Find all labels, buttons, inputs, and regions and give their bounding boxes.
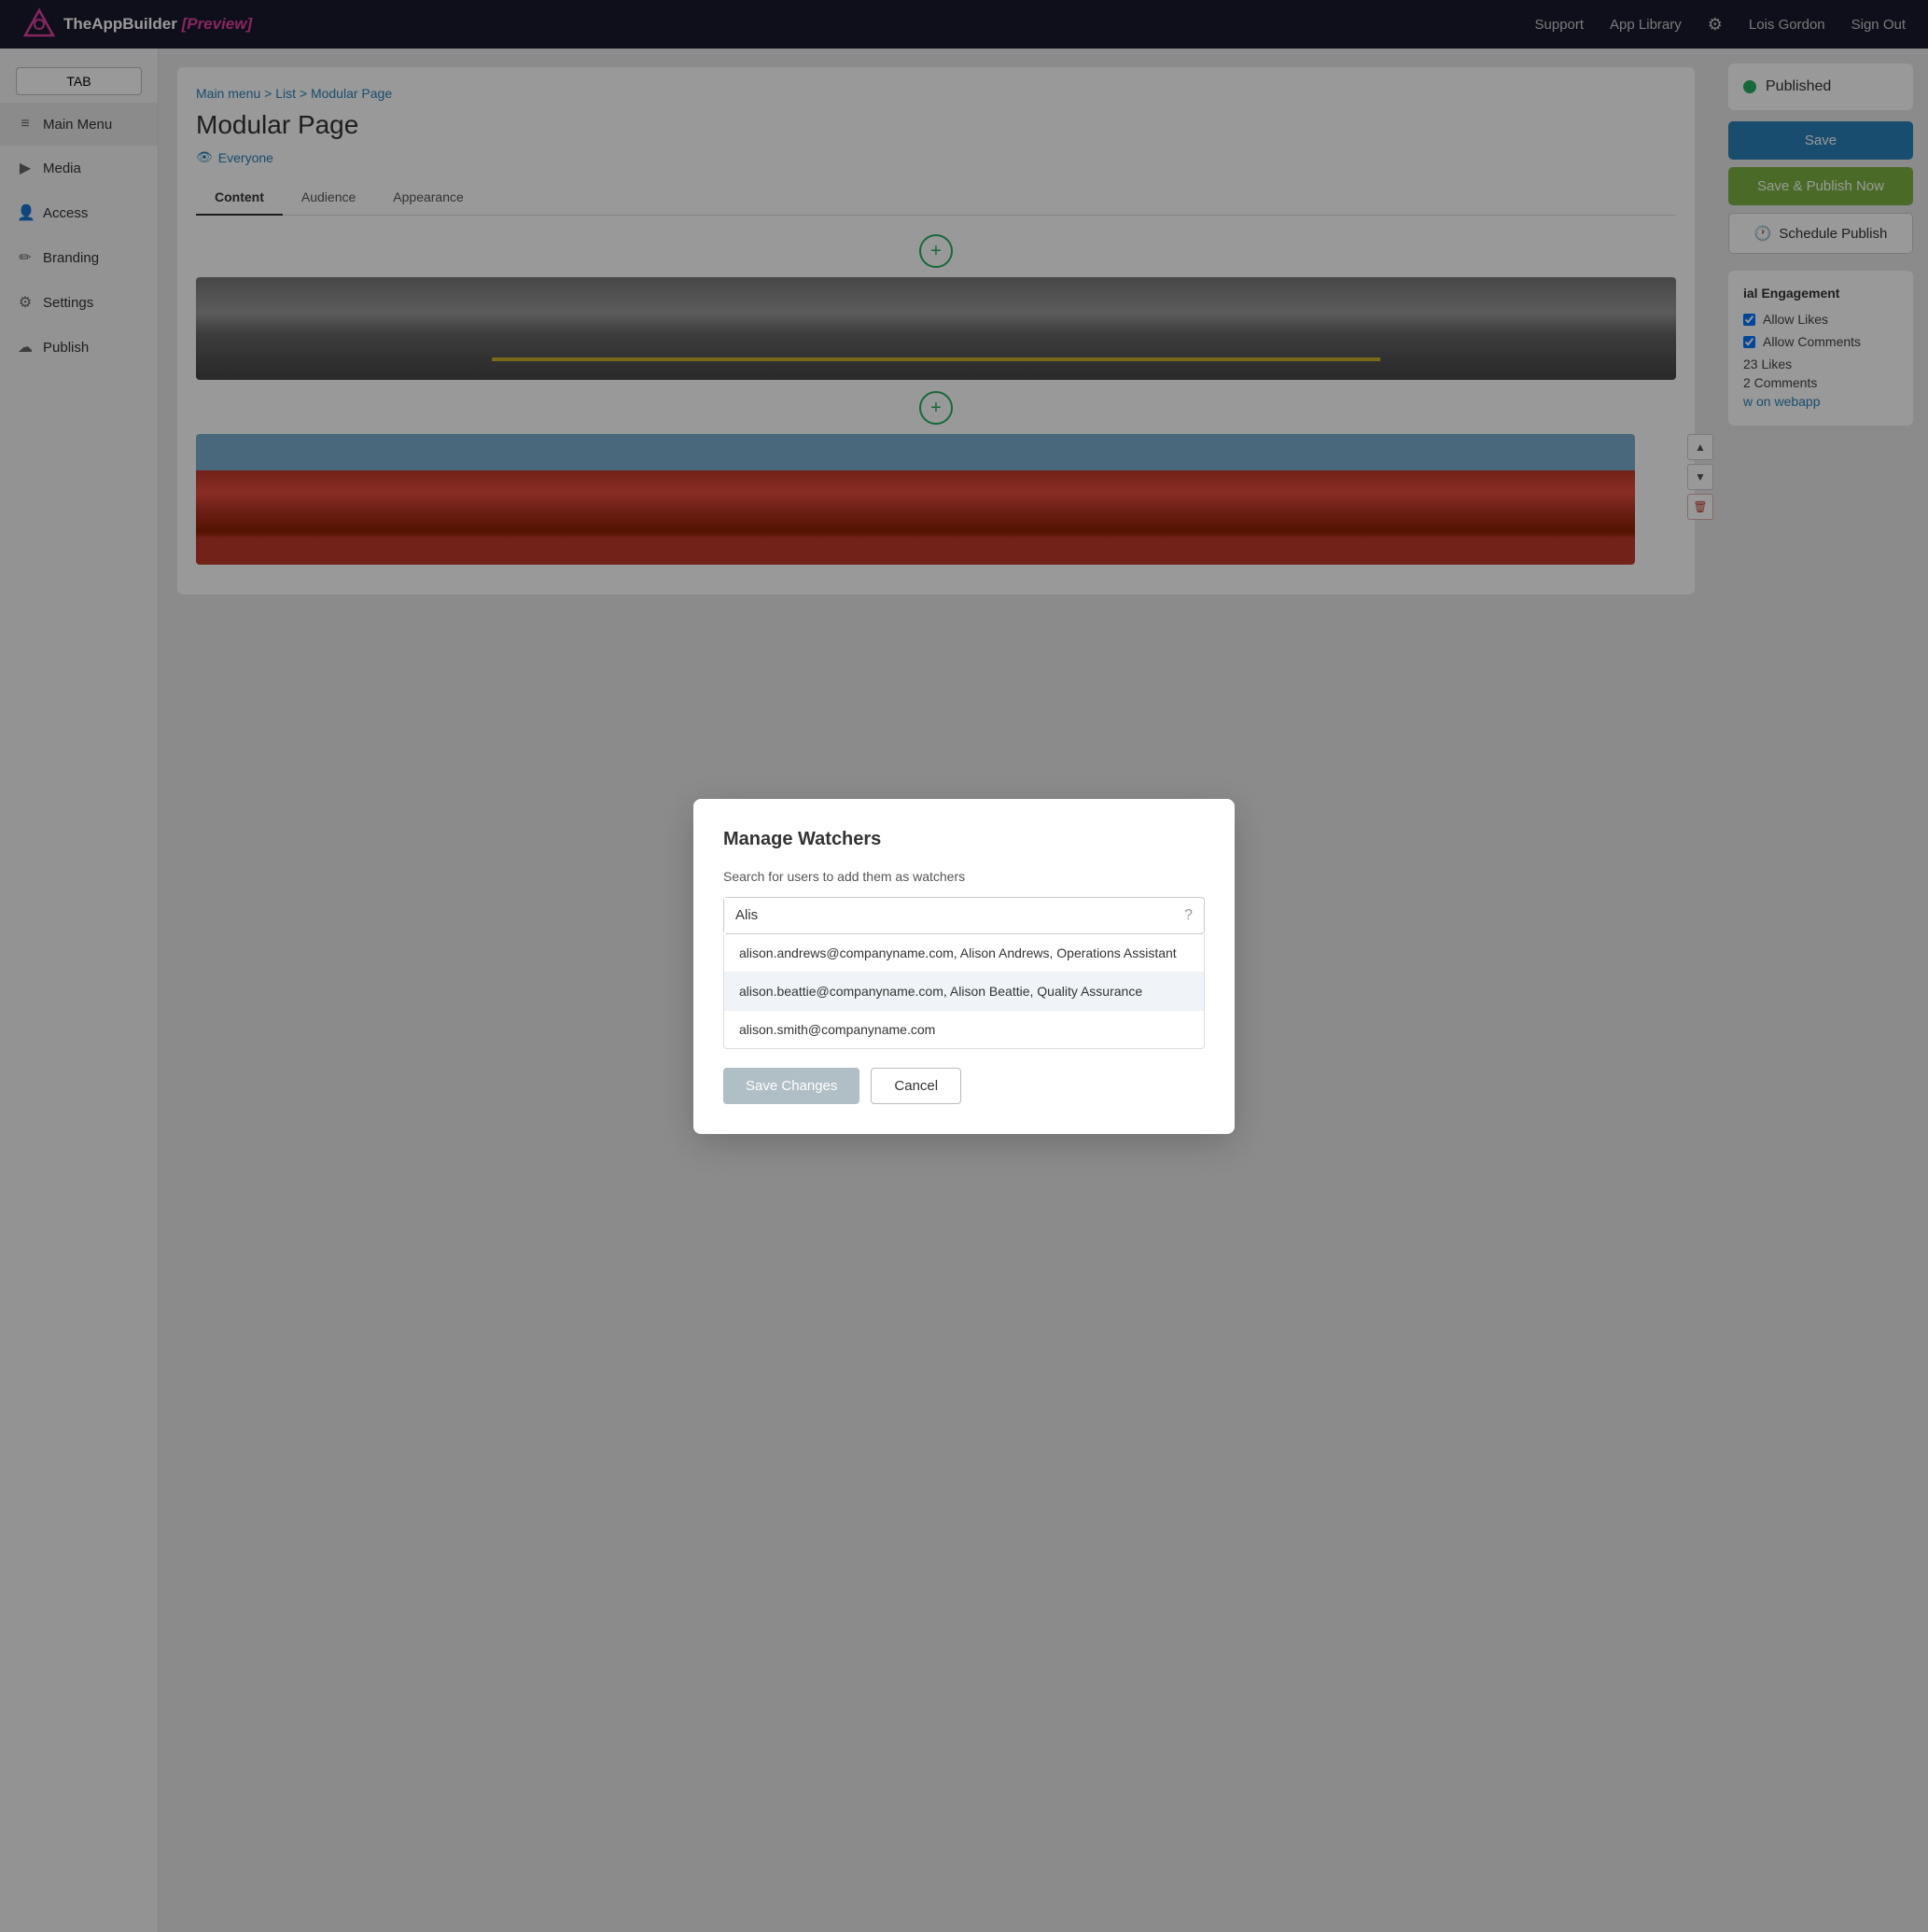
- cancel-button[interactable]: Cancel: [871, 1068, 961, 1104]
- manage-watchers-modal: Manage Watchers Search for users to add …: [693, 799, 1235, 1134]
- search-results-dropdown: alison.andrews@companyname.com, Alison A…: [723, 934, 1205, 1049]
- modal-title: Manage Watchers: [723, 829, 1205, 850]
- result-item-1[interactable]: alison.beattie@companyname.com, Alison B…: [724, 973, 1204, 1011]
- search-input[interactable]: [724, 898, 1173, 933]
- modal-subtitle: Search for users to add them as watchers: [723, 869, 1205, 884]
- help-icon[interactable]: ?: [1173, 898, 1204, 933]
- result-item-0[interactable]: alison.andrews@companyname.com, Alison A…: [724, 934, 1204, 973]
- save-changes-button[interactable]: Save Changes: [723, 1068, 859, 1104]
- modal-overlay: Manage Watchers Search for users to add …: [0, 0, 1928, 1932]
- search-box: ?: [723, 897, 1205, 934]
- result-item-2[interactable]: alison.smith@companyname.com: [724, 1011, 1204, 1048]
- modal-footer: Save Changes Cancel: [723, 1068, 1205, 1104]
